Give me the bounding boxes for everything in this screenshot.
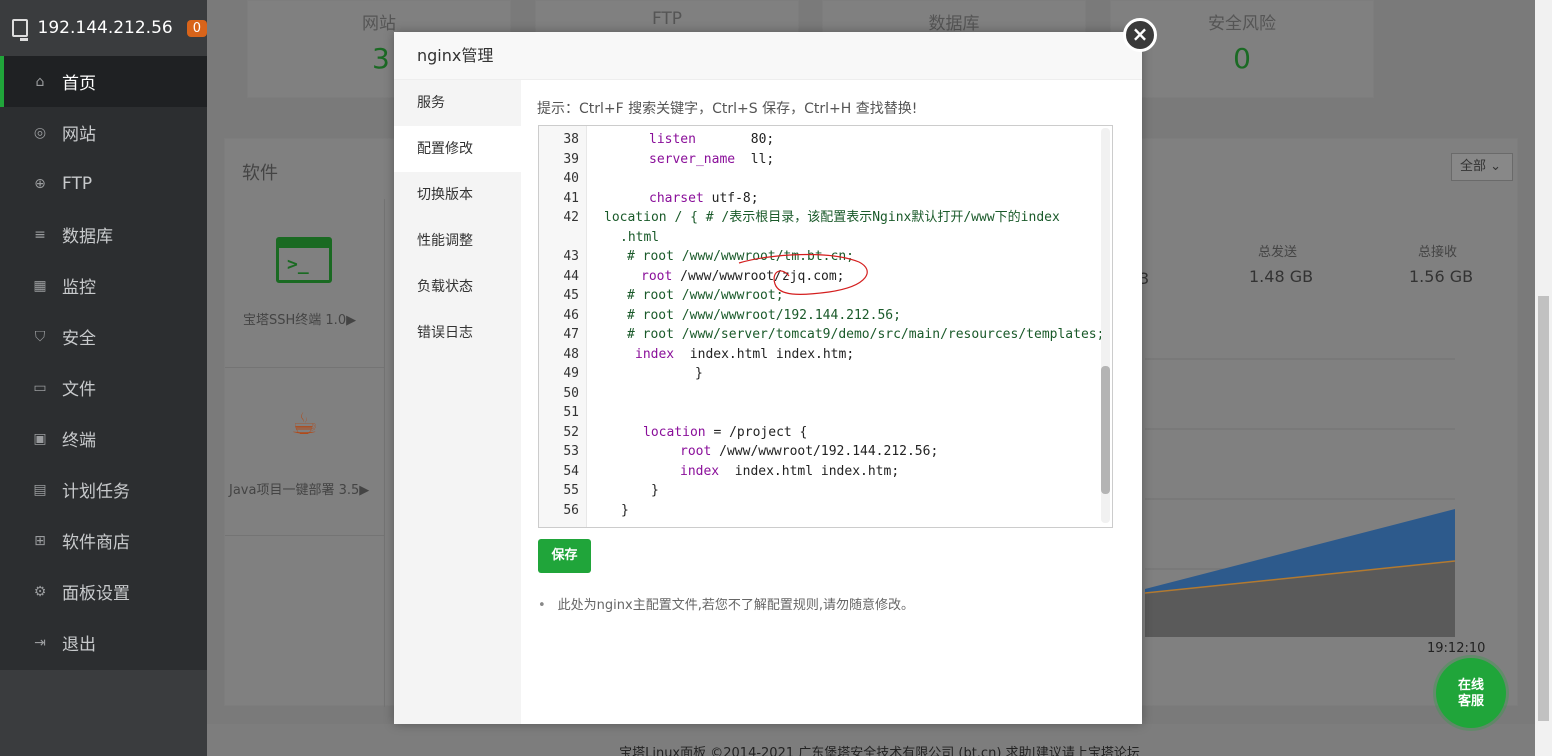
sidebar-item-label: 终端 bbox=[62, 431, 96, 451]
code-editor[interactable]: 38 listen 80; 39 server_name ll; 40 41 charset… bbox=[538, 125, 1113, 528]
stat-label: FTP bbox=[651, 9, 683, 29]
sidebar-item-label: 网站 bbox=[62, 125, 96, 145]
modal-nav-item-4[interactable]: 负载状态 bbox=[394, 264, 521, 310]
globe-icon: ◎ bbox=[33, 124, 47, 141]
software-java-label[interactable]: Java项目一键部署 3.5▶ bbox=[229, 479, 369, 498]
online-service-button[interactable]: 在线 客服 bbox=[1436, 658, 1506, 728]
sidebar-item-label: 计划任务 bbox=[62, 482, 130, 502]
server-header: 192.144.212.56 0 bbox=[0, 0, 207, 56]
sidebar-item-10[interactable]: ⚙ 面板设置 bbox=[0, 566, 207, 617]
terminal-icon: >_ bbox=[276, 237, 332, 283]
close-icon: × bbox=[1131, 22, 1149, 46]
sidebar-item-label: 安全 bbox=[62, 329, 96, 349]
sidebar-item-label: 退出 bbox=[62, 635, 96, 655]
server-ip: 192.144.212.56 bbox=[37, 18, 173, 38]
modal-nav-item-3[interactable]: 性能调整 bbox=[394, 218, 521, 264]
sidebar-bottom bbox=[0, 670, 207, 756]
config-note: 此处为nginx主配置文件,若您不了解配置规则,请勿随意修改。 bbox=[538, 594, 914, 613]
software-ssh-label[interactable]: 宝塔SSH终端 1.0▶ bbox=[243, 309, 356, 328]
store-icon: ⊞ bbox=[34, 532, 46, 549]
sidebar-item-7[interactable]: ▣ 终端 bbox=[0, 413, 207, 464]
chart-time-label: 19:12:10 bbox=[1427, 641, 1486, 656]
sidebar-item-5[interactable]: ⛉ 安全 bbox=[0, 311, 207, 362]
chevron-down-icon: ⌄ bbox=[1490, 159, 1502, 174]
terminal-icon: ▣ bbox=[33, 430, 47, 447]
sidebar-item-label: 数据库 bbox=[62, 227, 113, 247]
software-filter-select[interactable]: 全部 ⌄ bbox=[1451, 153, 1513, 181]
settings-icon: ⚙ bbox=[33, 583, 47, 600]
home-icon: ⌂ bbox=[35, 73, 45, 90]
sidebar-item-label: 文件 bbox=[62, 380, 96, 400]
editor-scrollbar[interactable] bbox=[1101, 128, 1110, 523]
filter-value: 全部 bbox=[1460, 159, 1487, 174]
page-scrollbar[interactable] bbox=[1535, 0, 1552, 756]
sent-label: 总发送 bbox=[1258, 245, 1298, 260]
shield-icon: ⛉ bbox=[34, 328, 46, 345]
modal-nav-item-0[interactable]: 服务 bbox=[394, 80, 521, 126]
folder-icon: ▭ bbox=[33, 379, 47, 396]
traffic-chart bbox=[1145, 358, 1456, 637]
java-icon: ☕ bbox=[291, 407, 318, 442]
monitor-icon: ▦ bbox=[33, 277, 47, 294]
service-button-label: 客服 bbox=[1457, 694, 1484, 709]
sidebar-item-3[interactable]: ≡ 数据库 bbox=[0, 209, 207, 260]
sidebar-item-label: 首页 bbox=[62, 74, 96, 94]
recv-label: 总接收 bbox=[1418, 245, 1458, 260]
sidebar-item-label: FTP bbox=[62, 173, 93, 194]
sidebar-item-8[interactable]: ▤ 计划任务 bbox=[0, 464, 207, 515]
shortcut-tip: 提示：Ctrl+F 搜索关键字，Ctrl+S 保存，Ctrl+H 查找替换! bbox=[537, 101, 918, 117]
sidebar-item-label: 监控 bbox=[62, 278, 96, 298]
ftp-icon: ⊕ bbox=[34, 175, 46, 192]
sidebar-item-9[interactable]: ⊞ 软件商店 bbox=[0, 515, 207, 566]
sent-value: 1.48 GB bbox=[1249, 267, 1314, 286]
notification-badge[interactable]: 0 bbox=[186, 19, 207, 37]
recv-value: 1.56 GB bbox=[1409, 267, 1474, 286]
sidebar-item-label: 面板设置 bbox=[62, 584, 130, 604]
monitor-icon bbox=[12, 19, 28, 41]
sidebar: 192.144.212.56 0 ⌂ 首页 ◎ 网站 ⊕ FTP ≡ 数据库 ▦ 监控 ⛉ 安全 ▭ 文件… bbox=[0, 0, 207, 756]
sidebar-item-6[interactable]: ▭ 文件 bbox=[0, 362, 207, 413]
sidebar-item-4[interactable]: ▦ 监控 bbox=[0, 260, 207, 311]
modal-nav-item-1[interactable]: 配置修改 bbox=[394, 126, 521, 172]
calendar-icon: ▤ bbox=[33, 481, 47, 498]
stat-label: 数据库 bbox=[928, 14, 980, 34]
sidebar-item-11[interactable]: ⇥ 退出 bbox=[0, 617, 207, 668]
modal-title: nginx管理 bbox=[394, 32, 1142, 80]
modal-nav: 服务 配置修改 切换版本 性能调整 负载状态 错误日志 bbox=[394, 80, 521, 724]
close-modal-button[interactable]: × bbox=[1123, 18, 1157, 52]
software-title: 软件 bbox=[242, 163, 278, 184]
sidebar-item-1[interactable]: ◎ 网站 bbox=[0, 107, 207, 158]
service-button-label: 在线 bbox=[1457, 678, 1484, 693]
logout-icon: ⇥ bbox=[34, 634, 46, 651]
stat-label: 网站 bbox=[362, 14, 396, 34]
footer: 宝塔Linux面板 ©2014-2021 广东堡塔安全技术有限公司 (bt.cn… bbox=[207, 724, 1552, 756]
modal-nav-item-5[interactable]: 错误日志 bbox=[394, 310, 521, 356]
nginx-modal: nginx管理 服务 配置修改 切换版本 性能调整 负载状态 错误日志 提示：Ctrl+F… bbox=[394, 32, 1142, 724]
sidebar-item-label: 软件商店 bbox=[62, 533, 130, 553]
red-annotation bbox=[738, 253, 868, 295]
modal-nav-item-2[interactable]: 切换版本 bbox=[394, 172, 521, 218]
database-icon: ≡ bbox=[34, 226, 46, 243]
sidebar-item-2[interactable]: ⊕ FTP bbox=[0, 158, 207, 209]
save-button[interactable]: 保存 bbox=[538, 539, 591, 573]
sidebar-item-0[interactable]: ⌂ 首页 bbox=[0, 56, 207, 107]
software-list: >_ 宝塔SSH终端 1.0▶ ☕ Java项目一键部署 3.5▶ bbox=[225, 199, 385, 707]
